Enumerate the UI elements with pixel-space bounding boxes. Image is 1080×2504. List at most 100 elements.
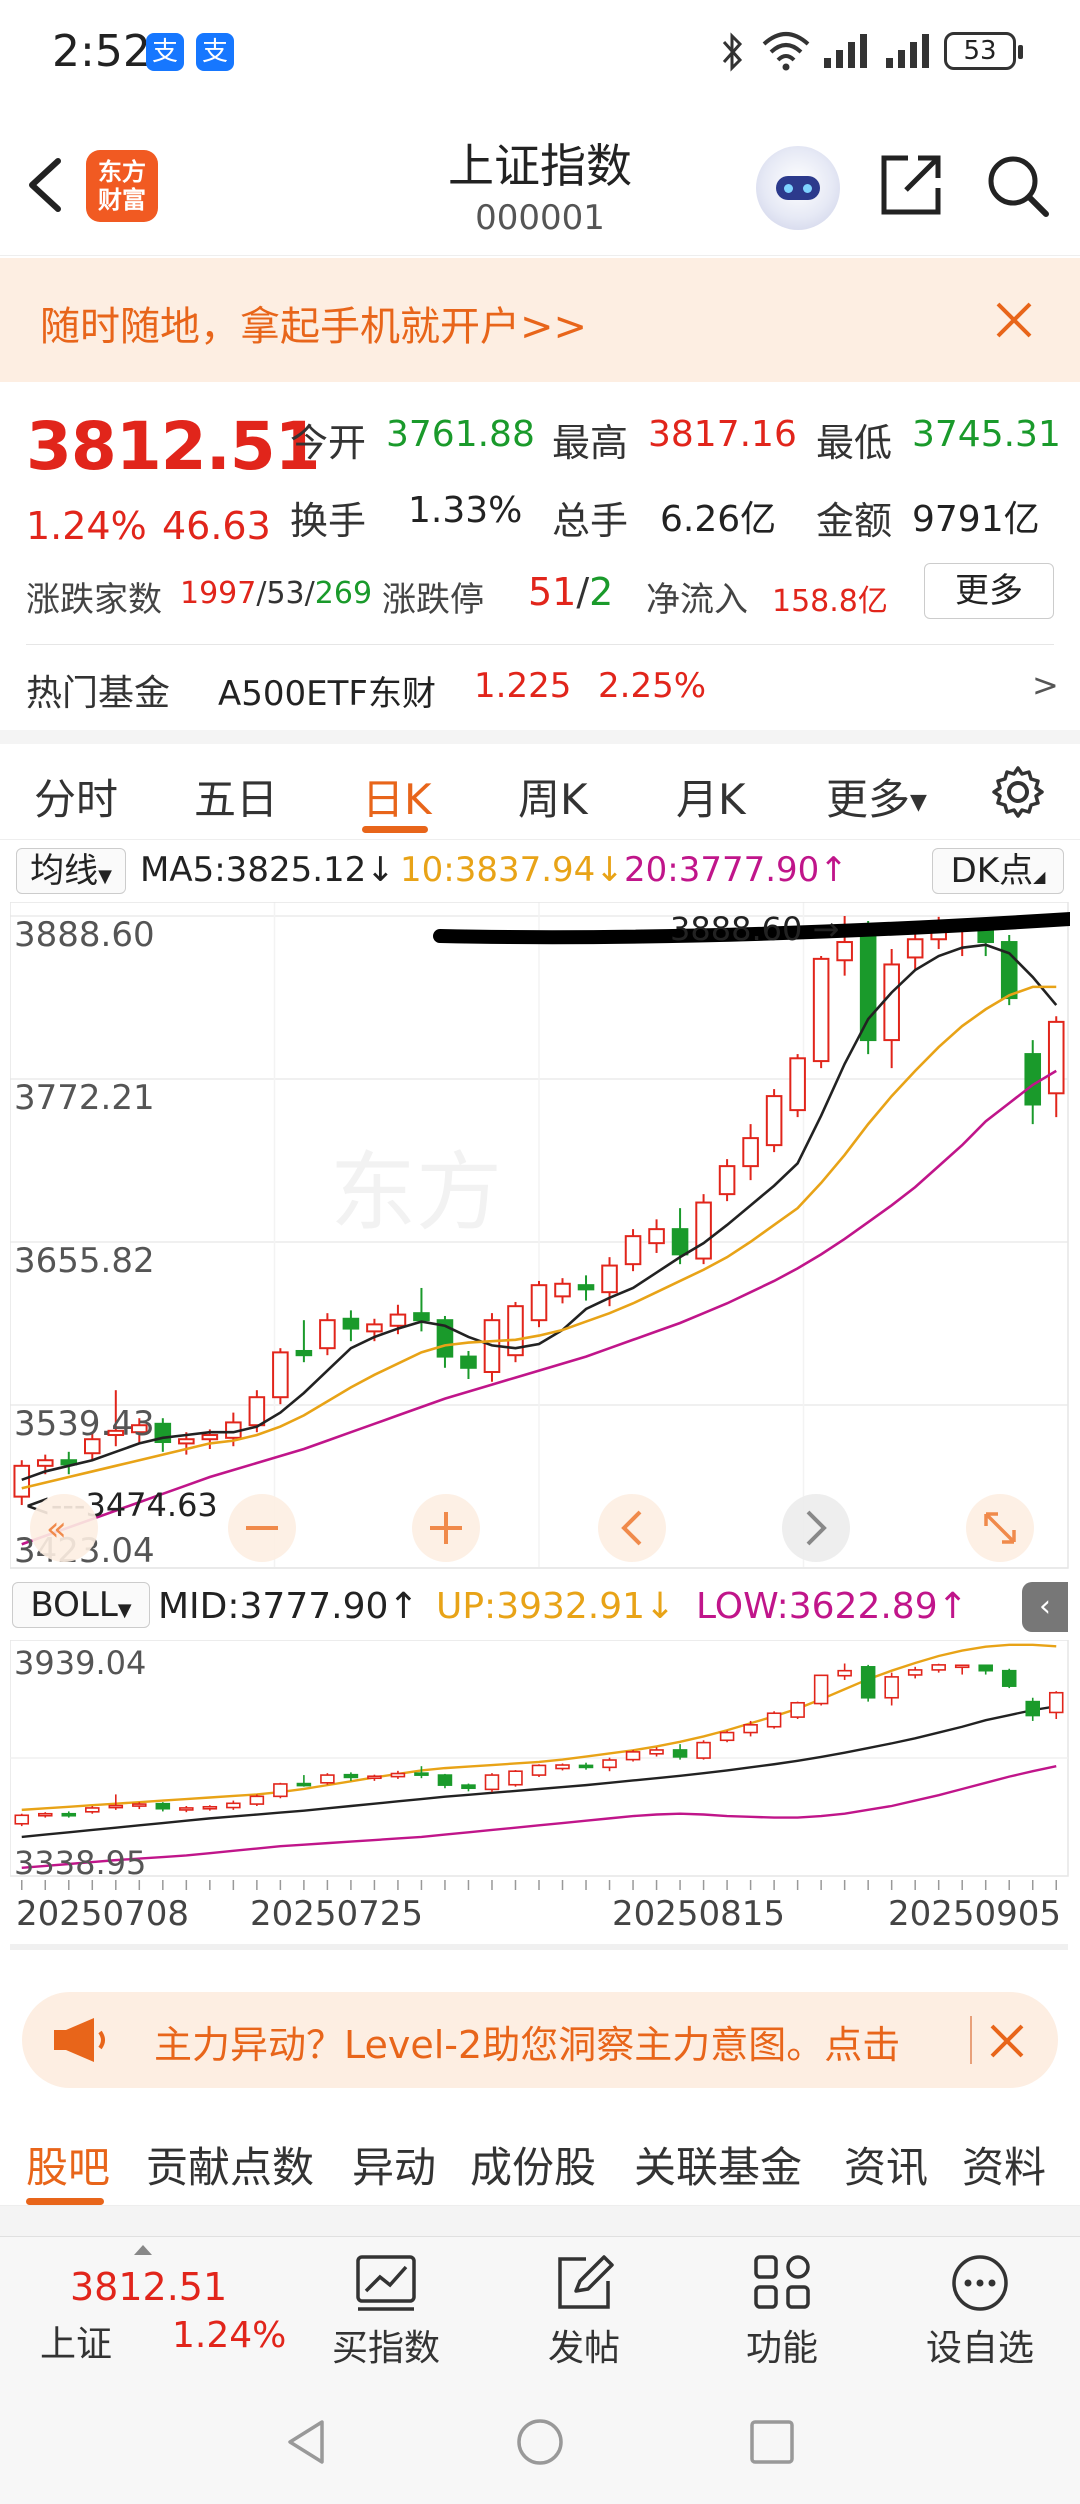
chevron-down-icon: ▼ (117, 1600, 132, 1621)
fullscreen-button[interactable] (966, 1494, 1034, 1562)
ai-assistant-icon[interactable] (756, 146, 840, 230)
tab-profile[interactable]: 资料 (962, 2134, 1046, 2195)
post-button[interactable]: 发帖 (504, 2247, 664, 2377)
caret-up-icon[interactable] (134, 2245, 152, 2255)
tab-news[interactable]: 资讯 (844, 2134, 928, 2195)
boll-candle (14, 1814, 30, 1825)
app-logo: 东方 财富 (86, 150, 158, 222)
system-recents-icon[interactable] (746, 2416, 798, 2468)
candle (695, 1201, 712, 1260)
limit-down: 2 (589, 570, 614, 614)
amount-value: 9791亿 (912, 499, 1040, 540)
kline-chart[interactable]: 东方 3888.603772.213655.823539.433423.04 3… (10, 902, 1070, 1572)
limit-label: 涨跌停 (382, 580, 484, 620)
boll-candle (954, 1664, 970, 1669)
gear-icon[interactable] (988, 762, 1048, 822)
date-label: 20250708 (16, 1894, 190, 1934)
close-icon[interactable] (982, 2016, 1032, 2066)
open-account-banner[interactable]: 随时随地，拿起手机就开户>> (0, 258, 1080, 382)
boll-candle (390, 1772, 406, 1778)
page-title: 上证指数 (448, 139, 632, 193)
edit-icon (558, 2255, 614, 2309)
footer-name: 上证 (40, 2324, 113, 2365)
y-axis-label: 3539.43 (14, 1404, 155, 1444)
indicator-selector[interactable]: 均线▼ (16, 848, 126, 894)
candle (389, 1313, 407, 1327)
search-icon[interactable] (982, 150, 1052, 220)
buy-index-button[interactable]: 买指数 (306, 2247, 466, 2377)
boll-low-line (21, 1765, 1057, 1870)
boll-candle (813, 1674, 829, 1705)
tab-more[interactable]: 更多▼ (826, 766, 927, 827)
zoom-in-button[interactable] (412, 1494, 480, 1562)
date-ticks (21, 1880, 1057, 1890)
tab-related-funds[interactable]: 关联基金 (634, 2134, 802, 2195)
candle (601, 1264, 618, 1294)
candle (765, 1095, 783, 1147)
tab-monthly-k[interactable]: 月K (676, 766, 746, 827)
boll-candle (437, 1774, 453, 1786)
level2-banner-text: 主力异动？Level-2助您洞察主力意图。点击 (154, 2023, 901, 2067)
robot-face (776, 176, 820, 200)
add-watchlist-button[interactable]: 设自选 (900, 2247, 1060, 2377)
divider (970, 2016, 972, 2064)
candle (319, 1319, 336, 1350)
date-axis: 20250708 20250725 20250815 20250905 (0, 1880, 1080, 1950)
candle (883, 963, 900, 1042)
boll-candle (155, 1802, 171, 1810)
candle (248, 1396, 266, 1427)
chart-left-fast-button[interactable]: « (30, 1494, 98, 1562)
close-icon[interactable] (990, 296, 1038, 344)
tab-five-day[interactable]: 五日 (194, 766, 278, 827)
pan-left-button[interactable] (598, 1494, 666, 1562)
system-home-icon[interactable] (514, 2416, 566, 2468)
more-button[interactable]: 更多 (924, 563, 1054, 619)
boll-selector[interactable]: BOLL▼ (12, 1582, 150, 1628)
high-value: 3817.16 (648, 414, 797, 455)
date-label: 20250815 (612, 1894, 786, 1934)
boll-candle (484, 1774, 500, 1791)
tab-intraday[interactable]: 分时 (34, 766, 118, 827)
candle (624, 1235, 642, 1266)
boll-chart[interactable]: 3939.04 3338.95 (10, 1640, 1070, 1880)
hot-fund-name[interactable]: A500ETF东财 (218, 666, 436, 715)
high-marker: 3888.60 → (670, 910, 839, 948)
boll-candle (414, 1772, 429, 1776)
chevron-right-icon[interactable]: > (1032, 666, 1059, 704)
date-label: 20250725 (250, 1894, 424, 1934)
high-label: 最高 (552, 421, 629, 465)
share-icon[interactable] (876, 150, 946, 220)
tab-movements[interactable]: 异动 (352, 2134, 436, 2195)
pan-right-button[interactable] (782, 1494, 850, 1562)
trend-chart-icon (356, 2255, 416, 2311)
tab-weekly-k[interactable]: 周K (518, 766, 588, 827)
candle (554, 1282, 571, 1298)
back-arrow-icon[interactable] (22, 155, 72, 215)
tab-constituents[interactable]: 成份股 (470, 2134, 596, 2195)
volume-value: 6.26亿 (660, 499, 777, 540)
boll-candle (85, 1807, 100, 1813)
boll-candle (1048, 1691, 1064, 1714)
candle (295, 1349, 313, 1357)
boll-candle (555, 1764, 570, 1770)
functions-button[interactable]: 功能 (702, 2247, 862, 2377)
level2-banner[interactable]: 主力异动？Level-2助您洞察主力意图。点击 (22, 1992, 1058, 2088)
tab-contribution[interactable]: 贡献点数 (146, 2134, 314, 2195)
boll-candle (367, 1775, 382, 1780)
dk-point-selector[interactable]: DK点◢ (932, 848, 1064, 894)
tab-daily-k[interactable]: 日K (362, 766, 432, 827)
zoom-out-button[interactable] (228, 1494, 296, 1562)
candle (460, 1355, 477, 1369)
candle (201, 1434, 219, 1441)
boll-low: LOW:3622.89↑ (696, 1586, 968, 1627)
tab-stock-forum[interactable]: 股吧 (26, 2134, 110, 2195)
chevron-down-icon: ▼ (98, 866, 112, 887)
collapse-panel-button[interactable]: ‹ (1022, 1582, 1068, 1632)
hot-fund-label: 热门基金 (26, 673, 171, 714)
inflow-value: 158.8亿 (772, 584, 888, 619)
breadth-values: 1997/53/269 (180, 576, 373, 611)
boll-candle (249, 1795, 265, 1805)
boll-candle (696, 1741, 711, 1759)
system-back-icon[interactable] (282, 2416, 334, 2468)
boll-candle (837, 1669, 852, 1677)
